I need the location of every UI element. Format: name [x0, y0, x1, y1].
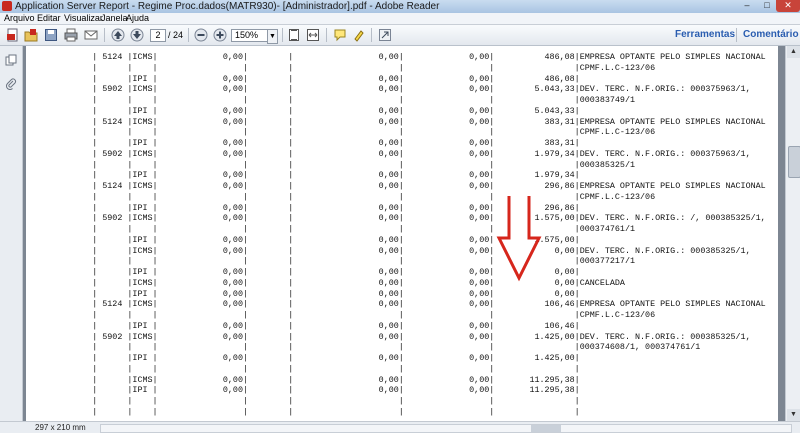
- toolbar-separator: [104, 28, 105, 42]
- scroll-thumb[interactable]: [788, 146, 800, 178]
- expand-icon[interactable]: [378, 28, 392, 42]
- menu-bar: Arquivo Editar Visualizar Janela Ajuda: [0, 13, 800, 25]
- fit-page-icon[interactable]: [287, 28, 301, 42]
- title-bar: Application Server Report - Regime Proc.…: [0, 0, 800, 14]
- window-title: Application Server Report - Regime Proc.…: [15, 1, 440, 12]
- print-icon[interactable]: [64, 28, 78, 42]
- attachments-icon[interactable]: [5, 78, 17, 90]
- previous-page-icon[interactable]: [111, 28, 125, 42]
- next-page-icon[interactable]: [130, 28, 144, 42]
- scroll-up-icon[interactable]: ▲: [787, 46, 800, 58]
- close-button[interactable]: ✕: [776, 0, 800, 12]
- page-count: / 24: [168, 30, 184, 40]
- scroll-down-icon[interactable]: ▼: [787, 409, 800, 421]
- comment-icon[interactable]: [333, 28, 347, 42]
- toolbar-separator: [371, 28, 372, 42]
- toolbar-separator: [188, 28, 189, 42]
- maximize-button[interactable]: □: [758, 0, 776, 12]
- red-arrow-annotation: [496, 196, 542, 282]
- menu-janela[interactable]: Janela: [101, 13, 128, 24]
- tools-link[interactable]: Ferramentas: [675, 29, 735, 41]
- email-icon[interactable]: [84, 28, 98, 42]
- create-pdf-icon[interactable]: [6, 28, 20, 42]
- status-bar: 297 x 210 mm: [0, 421, 800, 433]
- menu-ajuda[interactable]: Ajuda: [126, 13, 149, 24]
- toolbar-separator: [282, 28, 283, 42]
- highlight-icon[interactable]: [352, 28, 366, 42]
- vertical-scrollbar[interactable]: ▲ ▼: [785, 46, 800, 421]
- horizontal-scroll-thumb[interactable]: [531, 425, 561, 432]
- page-thumbnails-icon[interactable]: [5, 54, 17, 66]
- zoom-dropdown-button[interactable]: ▼: [267, 29, 278, 44]
- adobe-reader-icon: [2, 1, 12, 11]
- page-number-input[interactable]: 2: [150, 29, 166, 42]
- toolbar: 2 / 24 150% ▼ Ferramentas Comentário: [0, 25, 800, 46]
- zoom-level-field[interactable]: 150%: [231, 29, 268, 42]
- minimize-button[interactable]: –: [738, 0, 756, 12]
- document-area[interactable]: | 5124 |ICMS| 0,00| | 0,00| 0,00| 486,08…: [23, 46, 785, 421]
- menu-arquivo[interactable]: Arquivo: [4, 13, 35, 24]
- menu-editar[interactable]: Editar: [37, 13, 61, 24]
- zoom-in-icon[interactable]: [213, 28, 227, 42]
- toolbar-separator: [326, 28, 327, 42]
- menu-visualizar[interactable]: Visualizar: [64, 13, 103, 24]
- zoom-out-icon[interactable]: [194, 28, 208, 42]
- navigation-pane: [0, 46, 23, 421]
- comment-link[interactable]: Comentário: [743, 29, 799, 41]
- annotation-overlay: [496, 196, 542, 282]
- fit-width-icon[interactable]: [306, 28, 320, 42]
- open-file-icon[interactable]: [24, 28, 38, 42]
- toolbar-separator: [736, 28, 737, 42]
- pdf-page: | 5124 |ICMS| 0,00| | 0,00| 0,00| 486,08…: [26, 46, 778, 421]
- page-size-label: 297 x 210 mm: [35, 423, 86, 432]
- save-icon[interactable]: [44, 28, 58, 42]
